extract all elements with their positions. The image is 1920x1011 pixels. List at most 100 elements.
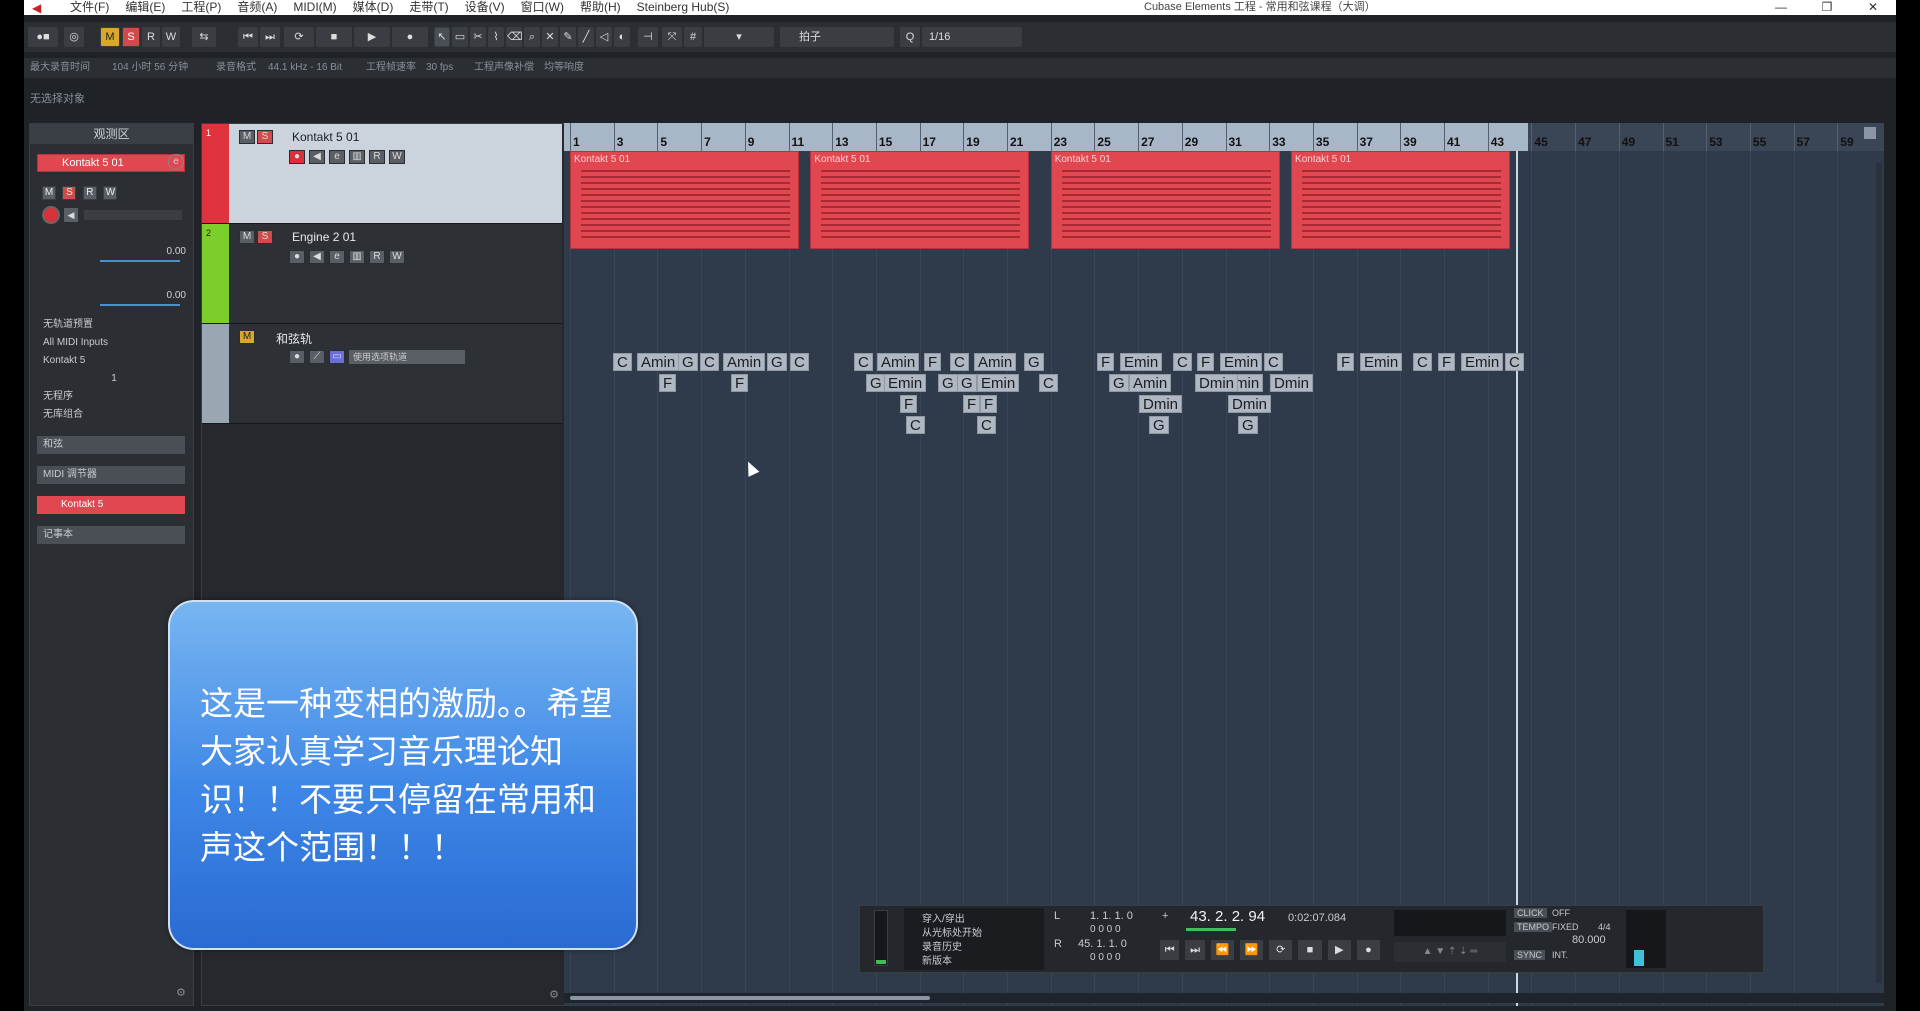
grid-icon[interactable]: #: [684, 27, 702, 47]
chord-event[interactable]: C: [1413, 353, 1432, 371]
chord-event[interactable]: F: [900, 395, 918, 413]
chord-track-edit-button[interactable]: ⟋: [309, 350, 325, 364]
inspector-section-midi-modifiers[interactable]: MIDI 调节器: [37, 466, 185, 484]
glue-tool-icon[interactable]: ⌇: [488, 27, 504, 47]
object-selection-tool-icon[interactable]: ↖: [434, 27, 450, 47]
click-state[interactable]: OFF: [1552, 908, 1570, 918]
chord-event[interactable]: C: [1039, 374, 1058, 392]
global-write-button[interactable]: W: [162, 27, 180, 47]
inspector-section-chords[interactable]: 和弦: [37, 436, 185, 454]
track-solo-button[interactable]: S: [257, 130, 273, 144]
chord-event[interactable]: F: [1197, 353, 1215, 371]
range-tool-icon[interactable]: ▭: [452, 27, 468, 47]
color-tool-icon[interactable]: ◐: [614, 27, 630, 47]
track-preset-field[interactable]: 无轨道预置: [37, 316, 185, 334]
chord-event[interactable]: C: [1264, 353, 1283, 371]
edit-instrument-icon[interactable]: e: [168, 154, 184, 170]
track-row[interactable]: 1 M S Kontakt 5 01 ● ◀ e ▥ R W: [202, 124, 562, 224]
track-edit-button[interactable]: e: [329, 250, 345, 264]
monitor-icon[interactable]: ◀: [64, 208, 78, 222]
menu-audio[interactable]: 音频(A): [229, 0, 285, 15]
mute-tool-icon[interactable]: ✕: [542, 27, 558, 47]
tempo-mode[interactable]: FIXED: [1552, 922, 1579, 932]
chord-event[interactable]: Emin: [1120, 353, 1163, 371]
track-edit-button[interactable]: e: [329, 150, 345, 164]
track-solo-button[interactable]: S: [257, 230, 273, 244]
play-button[interactable]: ▶: [354, 27, 390, 47]
menu-file[interactable]: 文件(F): [62, 0, 117, 15]
track-row[interactable]: 2 M S Engine 2 01 ● ◀ e ▥ R W: [202, 224, 562, 324]
snap-toggle-icon[interactable]: ⤧: [662, 27, 682, 47]
activate-project-button[interactable]: ●■: [28, 27, 58, 47]
track-read-button[interactable]: R: [369, 250, 385, 264]
right-locator-value[interactable]: 45. 1. 1. 0: [1078, 938, 1127, 950]
menu-project[interactable]: 工程(P): [173, 0, 229, 15]
chord-event[interactable]: F: [731, 374, 749, 392]
quantize-preset-dropdown[interactable]: 1/16: [922, 27, 1022, 47]
stop-button[interactable]: ■: [316, 27, 352, 47]
sync-mode[interactable]: INT.: [1552, 950, 1568, 960]
position-time-display[interactable]: 0:02:07.084: [1288, 912, 1346, 924]
track-mute-button[interactable]: M: [239, 130, 255, 144]
chord-track-follow-field[interactable]: 使用选项轨道: [349, 350, 465, 364]
midi-part[interactable]: Kontakt 5 01: [810, 151, 1029, 249]
split-tool-icon[interactable]: ✂: [470, 27, 486, 47]
time-signature[interactable]: 4/4: [1598, 922, 1611, 932]
chord-event[interactable]: Dmin: [1228, 395, 1272, 413]
play-icon[interactable]: ▶: [1327, 940, 1351, 960]
zoom-tool-icon[interactable]: ⌕: [524, 27, 540, 47]
chord-track-record-button[interactable]: ●: [289, 350, 305, 364]
inspector-section-kontakt[interactable]: Kontakt 5: [37, 496, 185, 514]
right-offset-value[interactable]: 0 0 0 0: [1090, 952, 1121, 963]
track-name[interactable]: Engine 2 01: [292, 230, 356, 244]
chord-event[interactable]: G: [1238, 416, 1258, 434]
chord-event[interactable]: C: [1173, 353, 1192, 371]
tracklist-settings-icon[interactable]: ⚙: [549, 988, 559, 1001]
record-icon[interactable]: ●: [1356, 940, 1380, 960]
erase-tool-icon[interactable]: ⌫: [506, 27, 523, 47]
line-tool-icon[interactable]: ╱: [578, 27, 594, 47]
read-button[interactable]: R: [82, 185, 97, 200]
record-enable-button[interactable]: [42, 206, 60, 224]
pan-value[interactable]: 0.00: [86, 290, 186, 302]
menu-media[interactable]: 媒体(D): [345, 0, 402, 15]
left-offset-value[interactable]: 0 0 0 0: [1090, 924, 1121, 935]
close-icon[interactable]: ✕: [1850, 0, 1896, 15]
chord-event[interactable]: Emin: [977, 374, 1020, 392]
chord-event[interactable]: G: [957, 374, 977, 392]
go-to-start-icon[interactable]: ⏮: [238, 27, 258, 47]
inspector-settings-icon[interactable]: ⚙: [176, 986, 186, 999]
chord-event[interactable]: Dmin: [1195, 374, 1239, 392]
global-solo-button[interactable]: S: [122, 27, 140, 47]
midi-part[interactable]: Kontakt 5 01: [570, 151, 800, 249]
chord-event[interactable]: F: [963, 395, 981, 413]
chord-event[interactable]: F: [924, 353, 942, 371]
midi-input-field[interactable]: All MIDI Inputs: [37, 334, 185, 352]
track-monitor-button[interactable]: ◀: [309, 250, 325, 264]
new-version-label[interactable]: 新版本: [922, 952, 952, 967]
tempo-label[interactable]: TEMPO: [1514, 922, 1553, 932]
draw-tool-icon[interactable]: ✎: [560, 27, 576, 47]
chord-event[interactable]: Amin: [637, 353, 680, 371]
chord-event[interactable]: Emin: [884, 374, 927, 392]
track-name[interactable]: Kontakt 5 01: [292, 130, 359, 144]
chord-event[interactable]: F: [1438, 353, 1456, 371]
cycle-icon[interactable]: ⟳: [1269, 940, 1293, 960]
chord-event[interactable]: C: [977, 416, 996, 434]
mute-button[interactable]: M: [42, 185, 56, 200]
autoscroll-icon[interactable]: ⇆: [192, 27, 216, 47]
stop-icon[interactable]: ■: [1298, 940, 1322, 960]
chord-event[interactable]: F: [659, 374, 677, 392]
chord-event[interactable]: C: [790, 353, 809, 371]
menu-midi[interactable]: MIDI(M): [285, 0, 344, 15]
vertical-zoom-bar[interactable]: [1876, 163, 1882, 983]
chord-event[interactable]: C: [854, 353, 873, 371]
global-mute-button[interactable]: M: [100, 27, 120, 47]
position-bars-display[interactable]: 43. 2. 2. 94: [1190, 908, 1265, 925]
horizontal-scrollbar[interactable]: [564, 993, 1884, 1003]
grid-type-dropdown[interactable]: ▾: [704, 27, 774, 47]
chord-event[interactable]: Dmin: [1139, 395, 1183, 413]
fast-forward-icon[interactable]: ⏩: [1239, 940, 1264, 960]
chord-event[interactable]: G: [938, 374, 958, 392]
chord-event[interactable]: F: [980, 395, 998, 413]
